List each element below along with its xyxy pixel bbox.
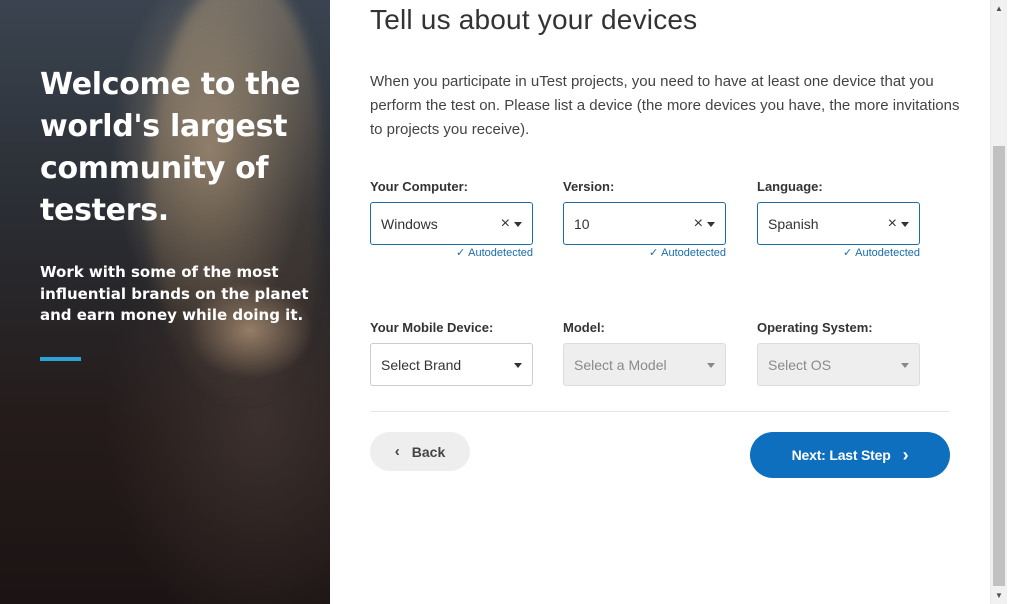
caret-down-icon: [901, 363, 909, 368]
mobile-device-label: Your Mobile Device:: [370, 320, 494, 335]
language-value: Spanish: [768, 215, 819, 232]
chevron-right-icon: ›: [902, 444, 909, 465]
os-placeholder: Select OS: [768, 356, 832, 373]
back-button[interactable]: ‹ Back: [370, 432, 470, 471]
next-button-label: Next: Last Step: [791, 447, 891, 463]
version-select[interactable]: 10 ×: [563, 202, 726, 245]
clear-icon[interactable]: ×: [694, 215, 703, 233]
divider: [370, 411, 950, 412]
check-icon: ✓: [842, 247, 853, 259]
model-label: Model:: [563, 320, 605, 335]
caret-down-icon: [707, 222, 715, 227]
mobile-brand-placeholder: Select Brand: [381, 356, 462, 373]
version-label: Version:: [563, 179, 615, 194]
check-icon: ✓: [648, 247, 659, 259]
mobile-brand-select[interactable]: Select Brand: [370, 343, 533, 386]
version-value: 10: [574, 215, 590, 232]
intro-text: When you participate in uTest projects, …: [370, 73, 960, 138]
next-last-step-button[interactable]: Next: Last Step ›: [750, 432, 950, 478]
caret-down-icon: [707, 363, 715, 368]
language-select[interactable]: Spanish ×: [757, 202, 920, 245]
model-select[interactable]: Select a Model: [563, 343, 726, 386]
computer-autodetected: ✓ Autodetected: [455, 247, 533, 259]
clear-icon[interactable]: ×: [501, 215, 510, 233]
computer-value: Windows: [381, 215, 438, 232]
clear-icon[interactable]: ×: [888, 215, 897, 233]
check-icon: ✓: [455, 247, 466, 259]
hero-accent-rule: [40, 357, 81, 361]
caret-down-icon: [514, 363, 522, 368]
scroll-up-arrow-icon[interactable]: ▲: [991, 0, 1007, 17]
back-button-label: Back: [411, 443, 446, 460]
hero-panel: Welcome to the world's largest community…: [0, 0, 330, 604]
model-placeholder: Select a Model: [574, 356, 667, 373]
window-edge: [1007, 0, 1024, 604]
os-select[interactable]: Select OS: [757, 343, 920, 386]
caret-down-icon: [514, 222, 522, 227]
language-label: Language:: [757, 179, 823, 194]
page-title: Tell us about your devices: [370, 4, 698, 35]
chevron-left-icon: ‹: [394, 443, 400, 460]
scroll-down-arrow-icon[interactable]: ▼: [991, 587, 1007, 604]
caret-down-icon: [901, 222, 909, 227]
scrollbar-thumb[interactable]: [993, 146, 1005, 586]
os-label: Operating System:: [757, 320, 873, 335]
computer-label: Your Computer:: [370, 179, 468, 194]
computer-select[interactable]: Windows ×: [370, 202, 533, 245]
hero-title: Welcome to the world's largest community…: [40, 67, 301, 228]
version-autodetected: ✓ Autodetected: [648, 247, 726, 259]
hero-subtitle: Work with some of the most influential b…: [40, 263, 309, 324]
language-autodetected: ✓ Autodetected: [842, 247, 920, 259]
vertical-scrollbar[interactable]: ▲ ▼: [990, 0, 1007, 604]
